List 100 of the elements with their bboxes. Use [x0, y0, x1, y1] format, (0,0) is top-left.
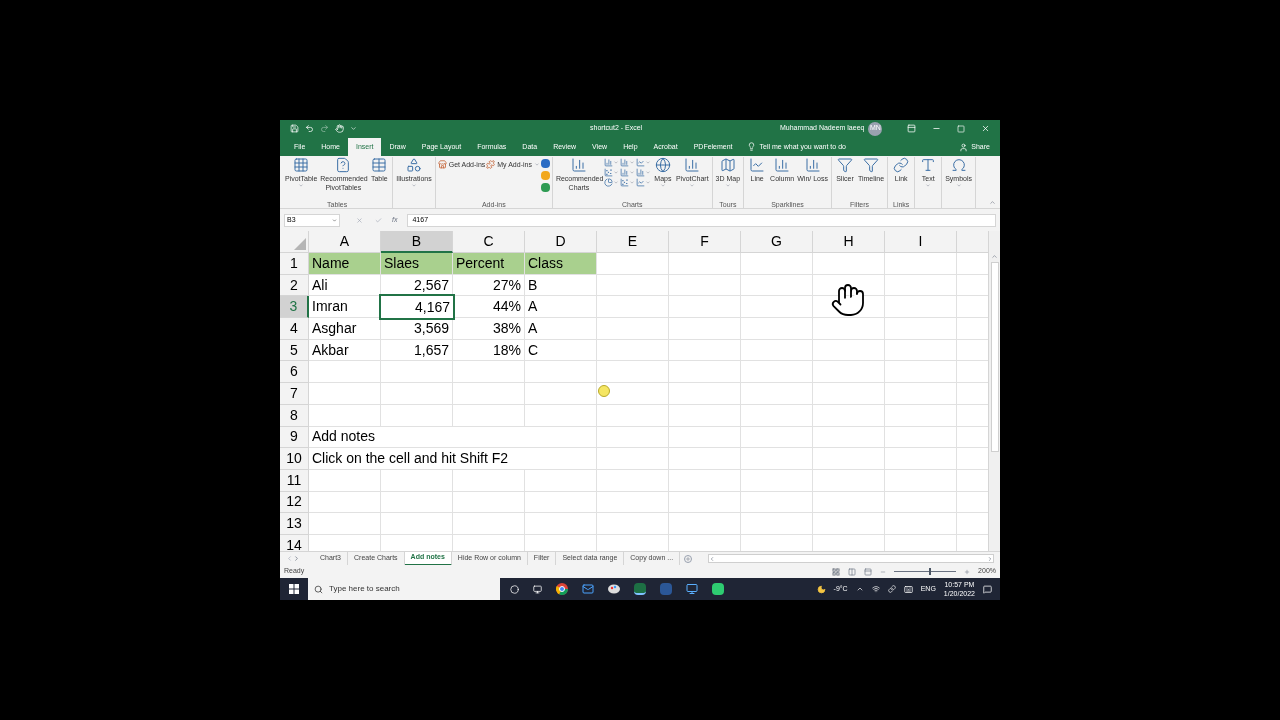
row-header[interactable]: 7 [280, 383, 309, 405]
spreadsheet-cell[interactable] [885, 426, 957, 449]
spreadsheet-cell[interactable] [885, 513, 957, 535]
page-layout-icon[interactable] [848, 567, 857, 576]
spreadsheet-cell[interactable] [813, 469, 885, 492]
spreadsheet-cell[interactable] [813, 448, 885, 470]
taskbar-search-field[interactable]: Type here to search [308, 578, 500, 600]
app-icon[interactable] [712, 583, 724, 595]
spreadsheet-cell[interactable] [741, 274, 813, 297]
spreadsheet-cell[interactable] [669, 296, 741, 319]
spreadsheet-cell[interactable] [309, 513, 381, 535]
chart-type-button[interactable] [603, 178, 619, 187]
spreadsheet-cell[interactable] [669, 448, 741, 470]
spreadsheet-cell[interactable] [597, 339, 669, 362]
spreadsheet-cell[interactable] [309, 404, 381, 427]
spreadsheet-cell[interactable] [525, 383, 597, 405]
spreadsheet-cell[interactable] [885, 491, 957, 514]
spreadsheet-cell[interactable] [813, 426, 885, 449]
spreadsheet-cell[interactable] [741, 253, 813, 275]
spreadsheet-cell[interactable]: Imran [309, 296, 381, 319]
enter-icon[interactable] [375, 216, 382, 224]
scroll-right-icon[interactable] [987, 555, 993, 562]
spreadsheet-cell[interactable] [381, 383, 453, 405]
spreadsheet-cell[interactable] [597, 404, 669, 427]
spreadsheet-cell[interactable] [741, 469, 813, 492]
spreadsheet-cell[interactable] [669, 404, 741, 427]
row-header[interactable]: 9 [280, 426, 309, 449]
spreadsheet-cell[interactable] [597, 426, 669, 449]
scroll-up-icon[interactable] [991, 253, 998, 260]
spreadsheet-cell[interactable] [885, 296, 957, 319]
spreadsheet-cell[interactable] [885, 361, 957, 384]
next-sheet-icon[interactable] [293, 555, 300, 562]
spreadsheet-cell[interactable] [741, 426, 813, 449]
task-view-icon[interactable] [533, 584, 542, 594]
spreadsheet-cell[interactable]: B [525, 274, 597, 297]
spreadsheet-cell[interactable] [525, 469, 597, 492]
row-header[interactable]: 8 [280, 404, 309, 427]
notification-icon[interactable] [983, 584, 992, 594]
column-header[interactable]: B [381, 231, 453, 253]
spreadsheet-cell[interactable]: Percent [453, 253, 525, 275]
spreadsheet-cell[interactable] [669, 426, 741, 449]
spreadsheet-cell[interactable] [885, 448, 957, 470]
spreadsheet-cell[interactable] [309, 469, 381, 492]
spreadsheet-cell[interactable] [309, 383, 381, 405]
link-icon[interactable] [887, 585, 896, 593]
computer-icon[interactable] [686, 583, 698, 595]
spreadsheet-cell[interactable]: 44% [453, 296, 525, 319]
chart-type-button[interactable] [635, 168, 651, 177]
row-header[interactable]: 4 [280, 318, 309, 340]
spreadsheet-cell[interactable]: C [525, 339, 597, 362]
spreadsheet-cell[interactable] [453, 513, 525, 535]
spreadsheet-cell[interactable] [813, 318, 885, 340]
row-header[interactable]: 13 [280, 513, 309, 535]
column-header[interactable]: I [885, 231, 957, 253]
spreadsheet-cell[interactable] [669, 361, 741, 384]
spreadsheet-cell[interactable] [669, 318, 741, 340]
spreadsheet-cell[interactable] [669, 253, 741, 275]
spreadsheet-cell[interactable]: Name [309, 253, 381, 275]
spreadsheet-cell[interactable] [597, 448, 669, 470]
spreadsheet-cell[interactable] [885, 253, 957, 275]
row-header[interactable]: 11 [280, 469, 309, 492]
spreadsheet-cell[interactable] [669, 491, 741, 514]
spreadsheet-cell[interactable] [741, 491, 813, 514]
spreadsheet-cell[interactable]: Akbar [309, 339, 381, 362]
spreadsheet-cell[interactable] [669, 339, 741, 362]
spreadsheet-cell[interactable] [669, 274, 741, 297]
page-break-icon[interactable] [864, 567, 873, 576]
spreadsheet-cell[interactable] [597, 318, 669, 340]
spreadsheet-cell[interactable]: 18% [453, 339, 525, 362]
keyboard-icon[interactable] [903, 584, 913, 594]
spreadsheet-cell[interactable] [597, 274, 669, 297]
spreadsheet-cell[interactable] [453, 491, 525, 514]
spreadsheet-cell[interactable] [453, 361, 525, 384]
spreadsheet-cell[interactable] [453, 404, 525, 427]
row-header[interactable]: 6 [280, 361, 309, 384]
spreadsheet-cell[interactable] [453, 383, 525, 405]
spreadsheet-cell[interactable]: 4,167 [381, 296, 453, 319]
cancel-icon[interactable] [356, 216, 363, 224]
spreadsheet-cell[interactable] [381, 513, 453, 535]
spreadsheet-cell[interactable] [597, 491, 669, 514]
previous-sheet-icon[interactable] [286, 555, 293, 562]
network-icon[interactable] [871, 585, 880, 593]
spreadsheet-cell[interactable]: 1,657 [381, 339, 453, 362]
close-icon[interactable] [981, 124, 990, 133]
tray-expand-icon[interactable] [855, 585, 864, 593]
column-header[interactable]: H [813, 231, 885, 253]
column-header[interactable]: F [669, 231, 741, 253]
spreadsheet-cell[interactable] [885, 339, 957, 362]
row-header[interactable]: 5 [280, 339, 309, 362]
browser-icon[interactable] [556, 583, 568, 595]
spreadsheet-cell[interactable]: Slaes [381, 253, 453, 275]
mail-icon[interactable] [582, 583, 594, 595]
spreadsheet-cell[interactable] [741, 383, 813, 405]
row-header[interactable]: 3 [280, 296, 309, 319]
spreadsheet-cell[interactable] [597, 296, 669, 319]
windows-logo-icon[interactable] [289, 584, 299, 594]
spreadsheet-cell[interactable] [813, 491, 885, 514]
spreadsheet-cell[interactable] [885, 383, 957, 405]
spreadsheet-cell[interactable]: Asghar [309, 318, 381, 340]
spreadsheet-cell[interactable] [525, 513, 597, 535]
